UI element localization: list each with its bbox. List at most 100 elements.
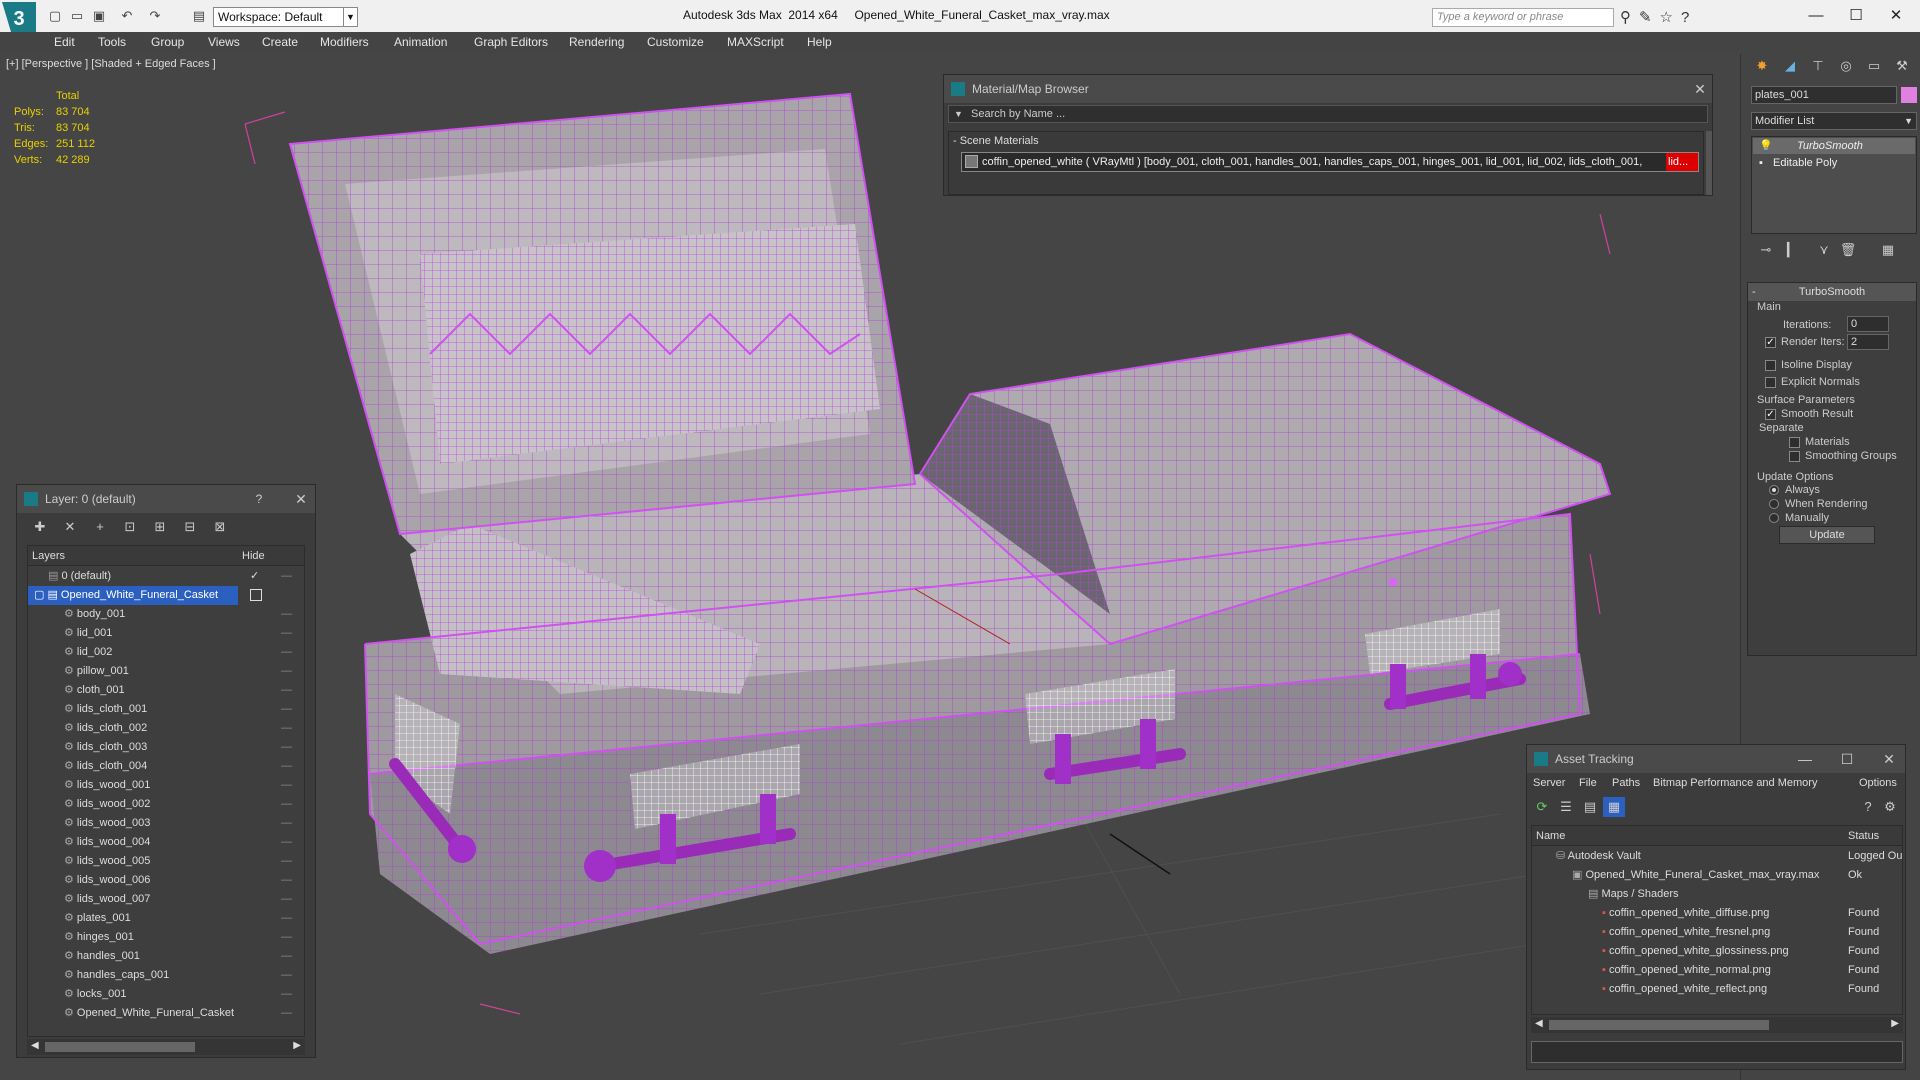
menu-edit[interactable]: Edit — [54, 35, 75, 49]
pin-stack-icon[interactable]: ⊸ — [1755, 240, 1777, 260]
search-input[interactable]: Type a keyword or phrase — [1432, 8, 1614, 27]
app-logo-icon[interactable]: 3 — [2, 2, 36, 36]
layer-object-row[interactable]: ⚙ lids_wood_001 — — [28, 776, 304, 795]
close-icon[interactable]: ✕ — [1688, 75, 1712, 103]
menu-maxscript[interactable]: MAXScript — [727, 35, 784, 49]
column-hide[interactable]: Hide — [238, 546, 304, 566]
layer-object-row[interactable]: ⚙ lids_cloth_001 — — [28, 700, 304, 719]
menu-create[interactable]: Create — [262, 35, 298, 49]
minimize-button[interactable]: — — [1796, 4, 1836, 28]
layer-object-row[interactable]: ⚙ lids_wood_004 — — [28, 833, 304, 852]
hide-toggle[interactable]: — — [281, 795, 292, 814]
viewport-label[interactable]: [+] [Perspective ] [Shaded + Edged Faces… — [6, 58, 216, 70]
layer-object-row[interactable]: ⚙ lids_cloth_002 — — [28, 719, 304, 738]
menu-server[interactable]: Server — [1533, 777, 1565, 789]
maximize-icon[interactable]: ☐ — [1835, 745, 1859, 773]
column-status[interactable]: Status — [1844, 826, 1902, 846]
asset-row[interactable]: ▪ coffin_opened_white_normal.png Found — [1532, 961, 1902, 980]
layer-object-row[interactable]: ⚙ plates_001 — — [28, 909, 304, 928]
close-icon[interactable]: ✕ — [1877, 745, 1901, 773]
refresh-icon[interactable]: ⟳ — [1531, 797, 1553, 817]
hide-toggle[interactable]: — — [281, 947, 292, 966]
current-layer-toggle[interactable] — [250, 589, 262, 601]
hide-toggle[interactable]: — — [281, 757, 292, 776]
settings-icon[interactable]: ⚙ — [1879, 797, 1901, 817]
object-color-swatch[interactable] — [1901, 87, 1917, 103]
display-tab-icon[interactable]: ▭ — [1863, 56, 1885, 76]
smooth-result-checkbox[interactable]: ✓ — [1765, 409, 1776, 420]
scroll-left-icon[interactable]: ◀ — [31, 1040, 39, 1051]
remove-modifier-icon[interactable]: 🗑 — [1837, 240, 1859, 260]
hide-toggle[interactable]: — — [281, 966, 292, 985]
hide-toggle[interactable]: — — [281, 624, 292, 643]
layer-object-row[interactable]: ⚙ lids_wood_002 — — [28, 795, 304, 814]
layer-hscrollbar[interactable]: ◀ ▶ — [27, 1039, 305, 1055]
hide-toggle[interactable]: — — [281, 776, 292, 795]
hide-all-icon[interactable]: ⊟ — [179, 517, 201, 537]
make-unique-icon[interactable]: ⋎ — [1813, 240, 1835, 260]
maximize-button[interactable]: ☐ — [1836, 4, 1876, 28]
asset-hscrollbar[interactable]: ◀ ▶ — [1531, 1017, 1903, 1033]
material-item-coffin-opened-white[interactable]: coffin_opened_white ( VRayMtl ) [body_00… — [961, 152, 1699, 172]
hide-toggle[interactable]: — — [281, 852, 292, 871]
hide-toggle[interactable]: — — [281, 928, 292, 947]
hide-toggle[interactable]: — — [281, 871, 292, 890]
new-file-icon[interactable]: ▢ — [46, 7, 64, 25]
layer-object-row[interactable]: ⚙ lids_wood_007 — — [28, 890, 304, 909]
help-icon[interactable]: ? — [1857, 797, 1879, 817]
create-tab-icon[interactable]: ✸ — [1751, 56, 1773, 76]
hide-toggle[interactable]: — — [281, 662, 292, 681]
layer-object-row[interactable]: ⚙ handles_001 — — [28, 947, 304, 966]
hide-toggle[interactable]: — — [281, 985, 292, 1004]
redo-icon[interactable]: ↷ — [146, 7, 164, 25]
asset-row[interactable]: ▪ coffin_opened_white_diffuse.png Found — [1532, 904, 1902, 923]
layer-object-row[interactable]: ⚙ lid_002 — — [28, 643, 304, 662]
rollout-header[interactable]: - TurboSmooth — [1748, 283, 1916, 301]
hide-toggle[interactable]: — — [281, 681, 292, 700]
layer-object-row[interactable]: ⚙ cloth_001 — — [28, 681, 304, 700]
minimize-icon[interactable]: — — [1793, 745, 1817, 773]
create-layer-icon[interactable]: ✚ — [29, 517, 51, 537]
explicit-normals-checkbox[interactable] — [1765, 377, 1776, 388]
manually-radio[interactable] — [1769, 513, 1779, 523]
modifier-list-dropdown[interactable]: Modifier List ▼ — [1751, 112, 1917, 130]
close-button[interactable]: ✕ — [1876, 4, 1916, 28]
menu-views[interactable]: Views — [208, 35, 240, 49]
object-name-field[interactable]: plates_001 — [1751, 86, 1897, 104]
isoline-checkbox[interactable] — [1765, 360, 1776, 371]
hide-toggle[interactable]: — — [281, 833, 292, 852]
asset-path-field[interactable] — [1531, 1041, 1903, 1063]
asset-row[interactable]: ▪ coffin_opened_white_reflect.png Found — [1532, 980, 1902, 999]
asset-row[interactable]: ⛁ Autodesk Vault Logged Ou — [1532, 847, 1902, 866]
hide-toggle[interactable]: — — [281, 643, 292, 662]
hide-toggle[interactable]: — — [281, 738, 292, 757]
menu-options[interactable]: Options — [1859, 777, 1897, 789]
hide-toggle[interactable]: — — [281, 814, 292, 833]
always-radio[interactable] — [1769, 485, 1779, 495]
update-button[interactable]: Update — [1779, 526, 1875, 544]
hide-toggle[interactable]: — — [281, 605, 292, 624]
stack-item-editable-poly[interactable]: ▪ Editable Poly — [1753, 155, 1915, 171]
motion-tab-icon[interactable]: ◎ — [1835, 56, 1857, 76]
menu-paths[interactable]: Paths — [1612, 777, 1640, 789]
when-rendering-radio[interactable] — [1769, 499, 1779, 509]
utilities-tab-icon[interactable]: ⚒ — [1891, 56, 1913, 76]
hide-toggle[interactable]: — — [281, 700, 292, 719]
hide-toggle[interactable]: — — [281, 567, 292, 586]
hide-toggle[interactable]: — — [281, 909, 292, 928]
hide-toggle[interactable]: — — [281, 719, 292, 738]
layer-object-row[interactable]: ⚙ lids_wood_006 — — [28, 871, 304, 890]
asset-row[interactable]: ▣ Opened_White_Funeral_Casket_max_vray.m… — [1532, 866, 1902, 885]
layer-object-row[interactable]: ⚙ Opened_White_Funeral_Casket — — [28, 1004, 304, 1023]
render-iters-spinner[interactable]: 2 — [1847, 334, 1889, 350]
scroll-thumb[interactable] — [45, 1042, 195, 1052]
iterations-spinner[interactable]: 0 — [1847, 316, 1889, 332]
materials-checkbox[interactable] — [1789, 437, 1800, 448]
scroll-left-icon[interactable]: ◀ — [1535, 1018, 1543, 1029]
show-end-result-icon[interactable]: ▎ — [1781, 240, 1803, 260]
info-center-icons[interactable]: ⚲✎☆? — [1620, 8, 1697, 26]
modify-tab-icon[interactable]: ◢ — [1779, 56, 1801, 76]
layer-object-row[interactable]: ⚙ locks_001 — — [28, 985, 304, 1004]
smoothing-groups-checkbox[interactable] — [1789, 451, 1800, 462]
asset-row[interactable]: ▪ coffin_opened_white_fresnel.png Found — [1532, 923, 1902, 942]
